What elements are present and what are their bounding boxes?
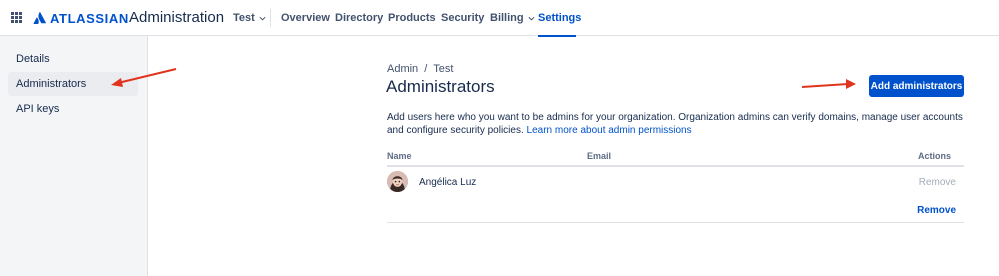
page-title: Administrators (386, 77, 495, 96)
nav-divider (270, 9, 271, 27)
top-navigation: ATLASSIAN Administration Test Overview D… (0, 0, 999, 37)
learn-more-link[interactable]: Learn more about admin permissions (527, 125, 692, 136)
logo-wordmark: ATLASSIAN (50, 10, 129, 26)
annotation-arrows (111, 68, 856, 89)
breadcrumb: Admin / Test (387, 63, 453, 75)
add-administrators-button[interactable]: Add administrators (869, 75, 964, 97)
atlassian-logo-icon (33, 11, 46, 24)
nav-security[interactable]: Security (441, 0, 484, 36)
breadcrumb-test[interactable]: Test (433, 63, 453, 75)
chevron-down-icon (259, 16, 266, 21)
column-header-email: Email (587, 151, 612, 161)
sidebar: Details Administrators API keys (0, 36, 148, 276)
org-switcher-label: Test (233, 12, 255, 24)
user-avatar-icon (387, 171, 408, 192)
org-switcher[interactable]: Test (233, 0, 266, 36)
column-header-name: Name (387, 151, 412, 161)
product-name: Administration (129, 9, 225, 26)
avatar (387, 171, 408, 192)
sidebar-item-details[interactable]: Details (8, 47, 138, 71)
breadcrumb-separator: / (424, 63, 428, 75)
arrow-to-add-button (801, 83, 849, 88)
remove-button-disabled: Remove (918, 177, 956, 188)
nav-settings[interactable]: Settings (538, 0, 581, 37)
nav-products[interactable]: Products (388, 0, 436, 36)
nav-billing-label: Billing (490, 12, 524, 24)
app-switcher-icon[interactable] (11, 12, 22, 23)
remove-button[interactable]: Remove (917, 205, 956, 216)
nav-directory[interactable]: Directory (335, 0, 383, 36)
table-bottom-divider (387, 222, 964, 223)
breadcrumb-admin[interactable]: Admin (387, 63, 418, 75)
nav-overview[interactable]: Overview (281, 0, 330, 36)
page-description: Add users here who you want to be admins… (387, 111, 967, 137)
sidebar-item-administrators[interactable]: Administrators (8, 72, 138, 96)
table-header-divider (387, 165, 964, 167)
atlassian-logo[interactable]: ATLASSIAN (33, 8, 129, 28)
nav-billing[interactable]: Billing (490, 0, 535, 36)
column-header-actions: Actions (917, 151, 951, 161)
user-name: Angélica Luz (419, 177, 477, 188)
arrow-head-button (846, 79, 856, 89)
sidebar-item-api-keys[interactable]: API keys (8, 97, 138, 121)
chevron-down-icon (528, 16, 535, 21)
